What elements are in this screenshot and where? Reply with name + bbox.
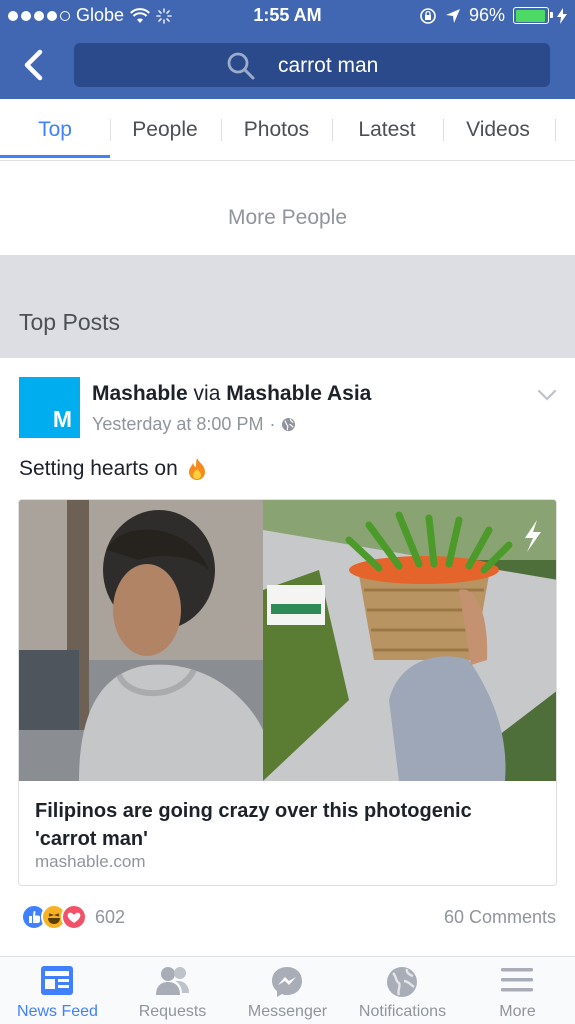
- header: Globe 1:55 AM 96% carrot man: [0, 0, 575, 99]
- post-text: Setting hearts on: [19, 457, 178, 480]
- search-input[interactable]: carrot man: [74, 43, 550, 87]
- charging-icon: [557, 7, 567, 24]
- link-domain: mashable.com: [35, 852, 146, 871]
- author-name[interactable]: Mashable: [92, 382, 188, 405]
- section-header: Top Posts: [0, 299, 575, 358]
- section-title: Top Posts: [19, 309, 120, 335]
- love-reaction-icon: [61, 904, 87, 930]
- location-icon: [445, 8, 460, 23]
- via-label: via: [193, 382, 221, 405]
- comments-count-link[interactable]: 60 Comments: [444, 907, 556, 928]
- article-image: [19, 500, 556, 781]
- tab-videos[interactable]: Videos: [443, 99, 553, 161]
- search-icon: [227, 52, 255, 80]
- nav-label: More: [499, 1003, 536, 1020]
- globe-icon: [387, 967, 417, 997]
- nav-label: Notifications: [358, 1003, 447, 1020]
- post-card: M Mashable via Mashable Asia Yesterday a…: [0, 358, 575, 956]
- nav-requests[interactable]: Requests: [115, 957, 230, 1024]
- nav-more[interactable]: More: [460, 957, 575, 1024]
- nav-news-feed[interactable]: News Feed: [0, 957, 115, 1024]
- active-tab-indicator: [0, 155, 110, 158]
- section-divider: [0, 255, 575, 299]
- reaction-count: 602: [95, 906, 126, 927]
- post-meta: Yesterday at 8:00 PM ·: [92, 414, 296, 435]
- tab-top[interactable]: Top: [0, 99, 110, 161]
- messenger-icon: [272, 967, 302, 997]
- nav-messenger[interactable]: Messenger: [230, 957, 345, 1024]
- fire-emoji-icon: [188, 458, 205, 480]
- menu-icon: [501, 968, 533, 992]
- meta-separator: ·: [269, 414, 276, 434]
- battery-icon: [513, 7, 553, 24]
- link-title: Filipinos are going crazy over this phot…: [35, 800, 472, 850]
- more-people-link[interactable]: More People: [0, 161, 575, 255]
- post-message: Setting hearts on: [19, 457, 208, 481]
- back-button[interactable]: [18, 46, 50, 84]
- tab-photos[interactable]: Photos: [221, 99, 332, 161]
- news-feed-icon: [41, 966, 73, 995]
- post-timestamp[interactable]: Yesterday at 8:00 PM: [92, 414, 263, 435]
- battery-percent: 96%: [468, 5, 505, 25]
- nav-label: Requests: [138, 1003, 207, 1020]
- nav-notifications[interactable]: Notifications: [345, 957, 460, 1024]
- post-options-button[interactable]: [537, 388, 557, 407]
- avatar[interactable]: M: [19, 377, 80, 438]
- nav-label: Messenger: [247, 1003, 328, 1020]
- post-header: Mashable via Mashable Asia: [92, 382, 371, 406]
- link-preview-card[interactable]: Filipinos are going crazy over this phot…: [18, 499, 557, 886]
- search-query: carrot man: [278, 54, 379, 77]
- friend-requests-icon: [156, 967, 189, 995]
- bottom-tab-bar: News Feed Requests Messenger Notificatio…: [0, 956, 575, 1024]
- rotation-lock-icon: [420, 7, 436, 24]
- tab-latest[interactable]: Latest: [332, 99, 442, 161]
- avatar-letter: M: [52, 406, 72, 432]
- tab-divider: [555, 119, 556, 141]
- chevron-down-icon: [537, 389, 557, 401]
- public-globe-icon: [282, 417, 296, 432]
- page-name[interactable]: Mashable Asia: [226, 382, 371, 405]
- nav-label: News Feed: [17, 1003, 98, 1020]
- tab-people[interactable]: People: [110, 99, 220, 161]
- search-tabs: Top People Photos Latest Videos: [0, 99, 575, 161]
- back-arrow-icon: [24, 49, 43, 81]
- reactions-summary[interactable]: 602: [21, 904, 125, 930]
- status-bar: Globe 1:55 AM 96%: [0, 0, 575, 32]
